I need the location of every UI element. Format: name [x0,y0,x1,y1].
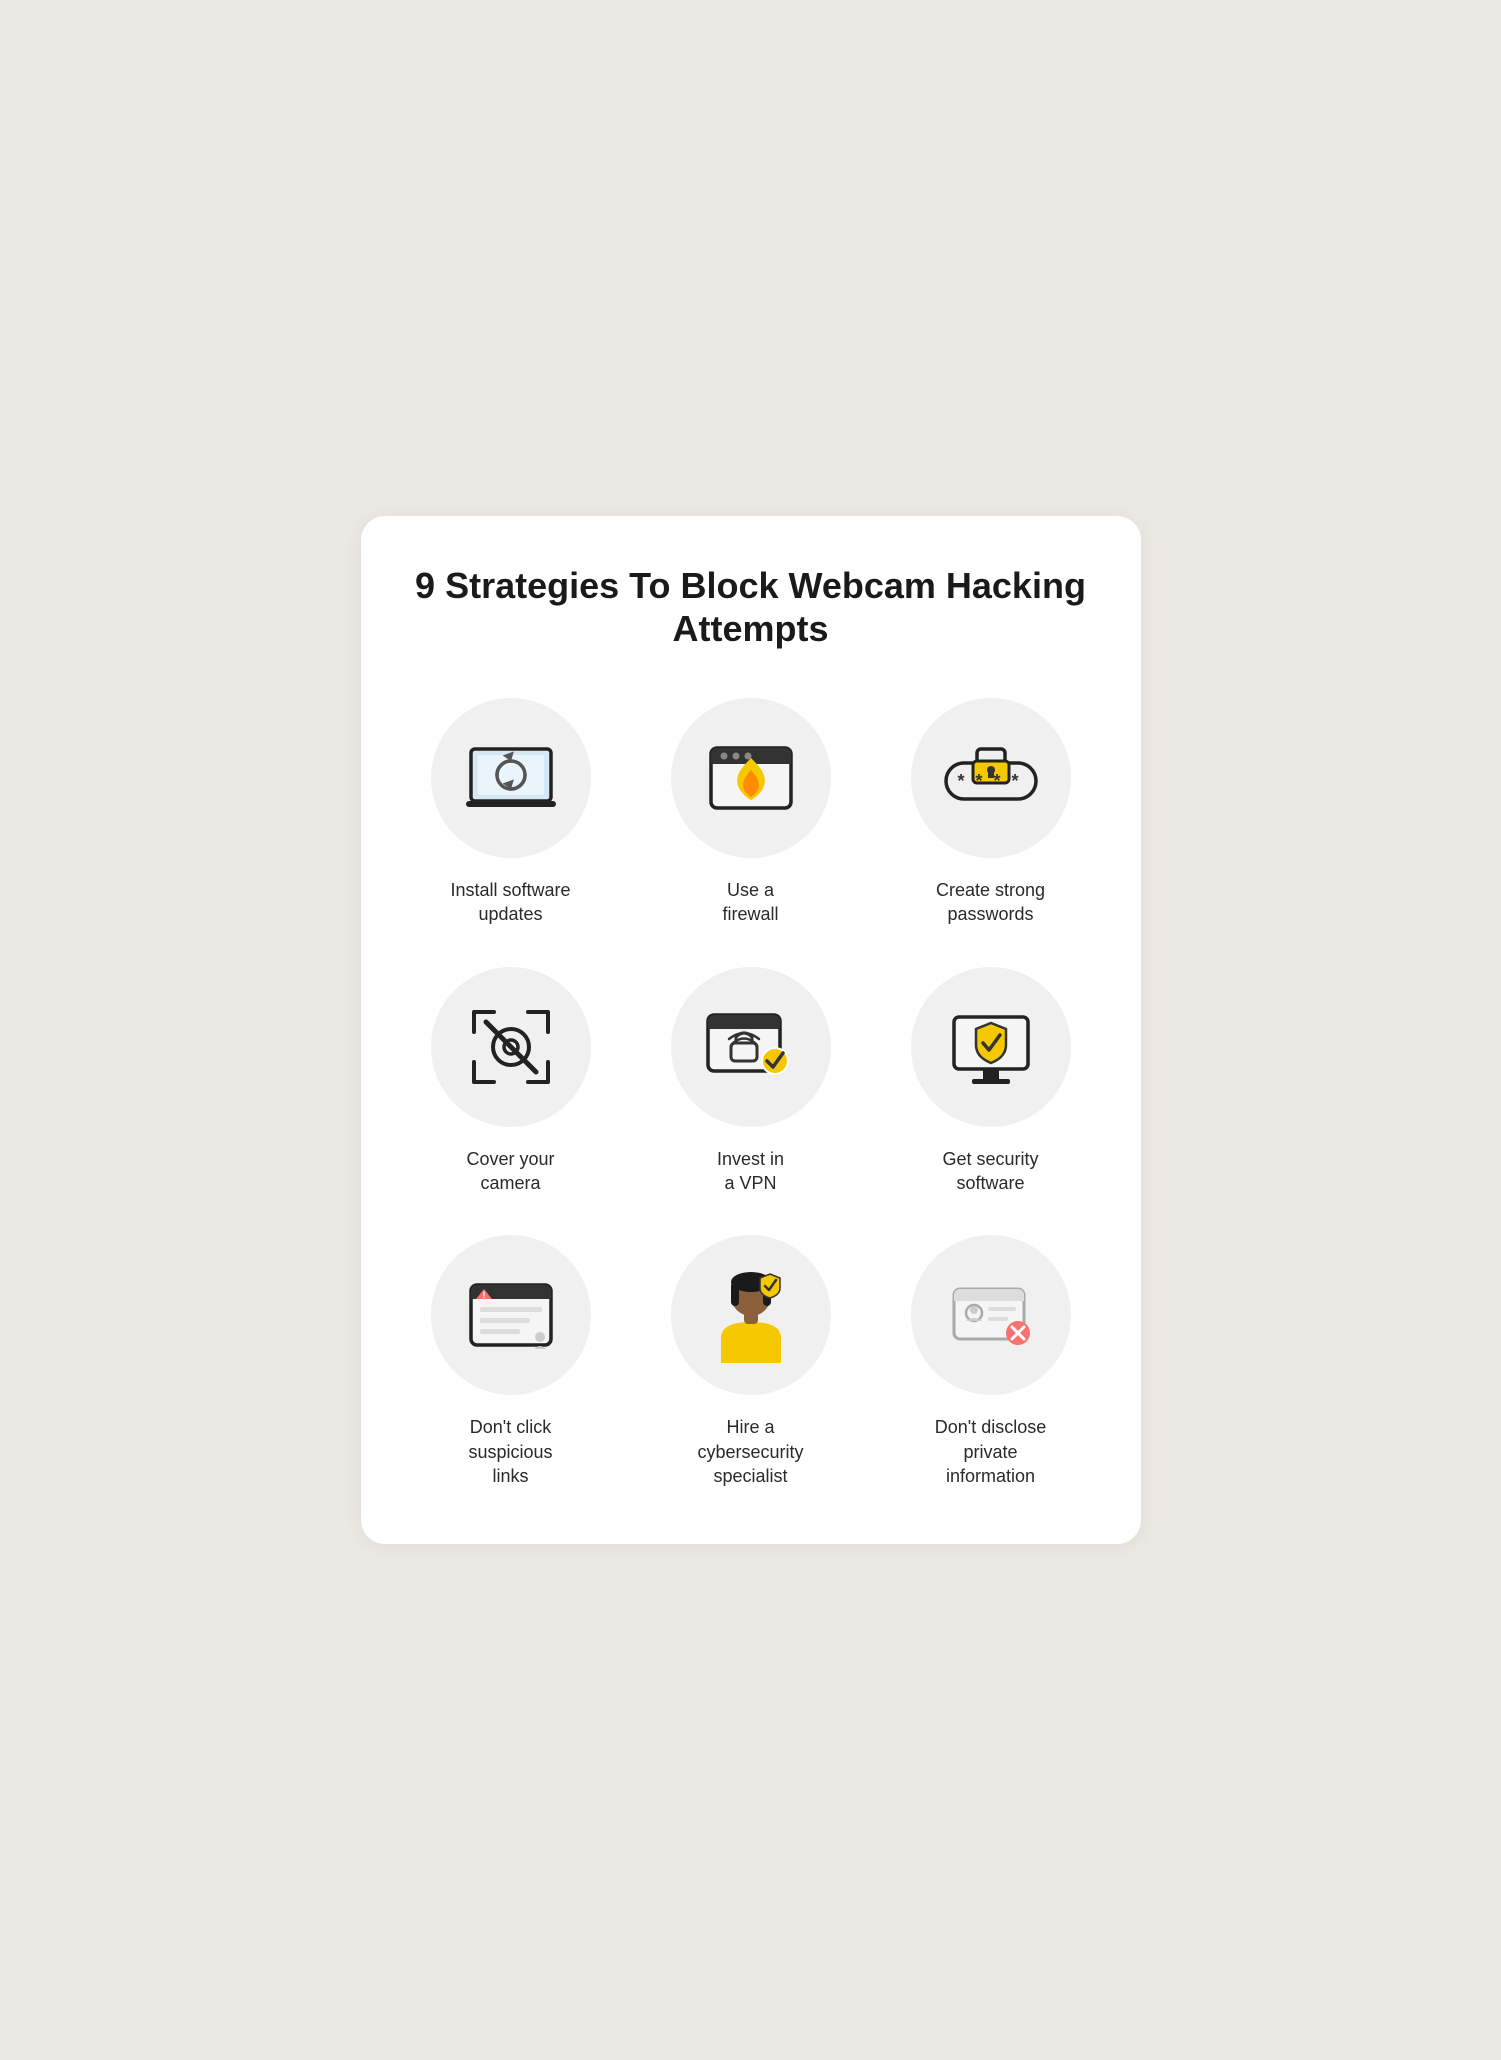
item-strong-passwords: * * * * Create strongpasswords [881,698,1101,927]
label-cover-camera: Cover yourcamera [466,1147,554,1196]
item-cybersecurity-specialist: Hire acybersecurityspecialist [641,1235,861,1488]
label-suspicious-links: Don't clicksuspiciouslinks [468,1415,552,1488]
item-install-updates: Install softwareupdates [401,698,621,927]
icon-circle-strong-passwords: * * * * [911,698,1071,858]
item-invest-vpn: Invest ina VPN [641,967,861,1196]
icon-circle-install-updates [431,698,591,858]
page-title: 9 Strategies To Block Webcam Hacking Att… [401,564,1101,650]
label-install-updates: Install softwareupdates [450,878,570,927]
icon-circle-security-software [911,967,1071,1127]
svg-text:*: * [993,771,1000,791]
label-invest-vpn: Invest ina VPN [717,1147,784,1196]
item-cover-camera: Cover yourcamera [401,967,621,1196]
password-icon: * * * * [941,743,1041,813]
label-private-info: Don't discloseprivateinformation [935,1415,1047,1488]
item-use-firewall: Use afirewall [641,698,861,927]
label-cybersecurity-specialist: Hire acybersecurityspecialist [697,1415,803,1488]
camera-off-icon [466,1002,556,1092]
svg-text:*: * [957,771,964,791]
icon-circle-cover-camera [431,967,591,1127]
firewall-icon [706,738,796,818]
private-info-icon [946,1275,1036,1355]
security-software-icon [946,1007,1036,1087]
item-suspicious-links: ! Don't clicksuspiciouslinks [401,1235,621,1488]
label-use-firewall: Use afirewall [722,878,778,927]
item-private-info: Don't discloseprivateinformation [881,1235,1101,1488]
vpn-icon [703,1007,798,1087]
item-security-software: Get securitysoftware [881,967,1101,1196]
laptop-refresh-icon [466,741,556,816]
suspicious-links-icon: ! [466,1275,556,1355]
strategies-grid: Install softwareupdates [401,698,1101,1488]
svg-text:*: * [1011,771,1018,791]
svg-text:!: ! [482,1290,485,1300]
main-card: 9 Strategies To Block Webcam Hacking Att… [361,516,1141,1544]
icon-circle-invest-vpn [671,967,831,1127]
icon-circle-cybersecurity-specialist [671,1235,831,1395]
label-strong-passwords: Create strongpasswords [936,878,1045,927]
icon-circle-private-info [911,1235,1071,1395]
specialist-icon [706,1268,796,1363]
icon-circle-use-firewall [671,698,831,858]
icon-circle-suspicious-links: ! [431,1235,591,1395]
svg-text:*: * [975,771,982,791]
label-security-software: Get securitysoftware [942,1147,1038,1196]
